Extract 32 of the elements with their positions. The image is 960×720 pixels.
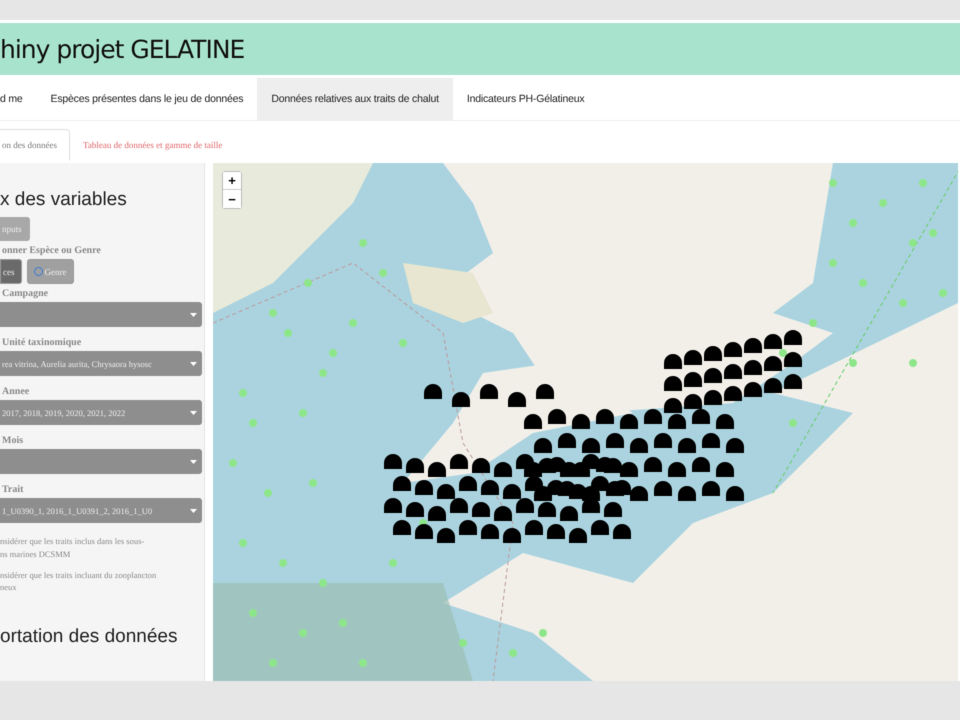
- select-field[interactable]: 2017, 2018, 2019, 2020, 2021, 2022: [0, 400, 202, 425]
- caret-icon: [190, 362, 197, 366]
- select-value: rea vitrina, Aurelia aurita, Chrysaora hysosc: [2, 358, 152, 368]
- field-label: Campagne: [2, 288, 48, 299]
- zoom-in-button[interactable]: +: [223, 172, 241, 190]
- checkbox-label[interactable]: nsidérer que les traits inclus dans les sous- ns marines DCSMM: [0, 535, 144, 560]
- field-label: Trait: [2, 484, 24, 495]
- section-heading: ortation des données: [0, 626, 178, 648]
- select-field[interactable]: rea vitrina, Aurelia aurita, Chrysaora hysosc: [0, 351, 202, 376]
- caret-icon: [190, 410, 197, 414]
- select-field[interactable]: 1_U0390_1, 2016_1_U0391_2, 2016_1_U0: [0, 498, 202, 523]
- section-heading: x des variables: [0, 189, 127, 211]
- nav-tab[interactable]: Indicateurs PH-Gélatineux: [452, 78, 598, 120]
- nav-tab[interactable]: Données relatives aux traits de chalut: [257, 78, 453, 120]
- caret-icon: [190, 312, 197, 316]
- select-value: 1_U0390_1, 2016_1_U0391_2, 2016_1_U0: [2, 506, 152, 516]
- select-field[interactable]: [0, 302, 202, 327]
- checkbox-label[interactable]: nsidérer que les traits incluant du zooplancton neux: [0, 568, 156, 594]
- app-title: hiny projet GELATINE: [0, 34, 244, 64]
- field-label: onner Espèce ou Genre: [2, 245, 101, 256]
- select-field[interactable]: [0, 449, 202, 474]
- field-label: Mois: [2, 435, 24, 446]
- caret-icon: [190, 460, 197, 464]
- field-label: Unité taxinomique: [2, 337, 82, 348]
- sub-tab[interactable]: on des données: [0, 129, 70, 161]
- nav-tab[interactable]: Espèces présentes dans le jeu de données: [36, 78, 258, 120]
- caret-icon: [190, 508, 197, 512]
- nav-tab[interactable]: d me: [0, 78, 37, 120]
- select-value: 2017, 2018, 2019, 2020, 2021, 2022: [2, 408, 126, 418]
- sub-tab[interactable]: Tableau de données et gamme de taille: [70, 129, 236, 161]
- radio-button[interactable]: ces: [0, 259, 22, 284]
- field-label: Annee: [2, 386, 30, 397]
